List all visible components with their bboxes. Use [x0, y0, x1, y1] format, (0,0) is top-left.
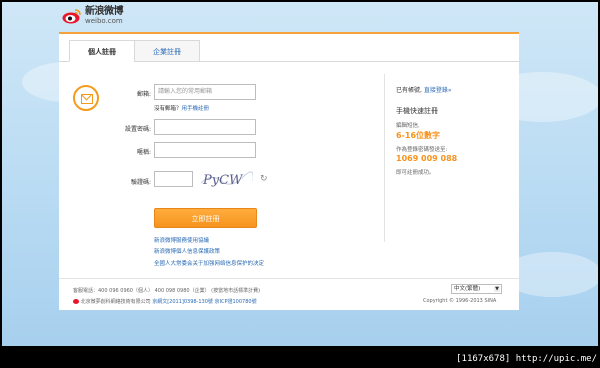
icp-license-link[interactable]: 京網文[2011]0398-130號: [152, 299, 213, 305]
email-field[interactable]: 請輸入您的常用郵箱: [154, 84, 256, 100]
language-select[interactable]: 中文(繁體) ▼: [451, 284, 502, 294]
email-label: 郵箱:: [136, 91, 151, 98]
captcha-image[interactable]: PyCW: [199, 169, 254, 189]
register-tabs: 個人註冊 企業註冊: [69, 40, 200, 62]
have-account: 已有帳號, 直接登錄»: [396, 85, 452, 94]
chevron-down-icon: ▼: [494, 286, 500, 292]
nickname-field[interactable]: [154, 142, 256, 158]
footer-company: 北京微夢創科網絡技術有限公司 京網文[2011]0398-130號 京ICP證1…: [73, 298, 257, 305]
logo-domain: weibo.com: [85, 17, 123, 25]
have-account-text: 已有帳號,: [396, 87, 422, 94]
footer-divider: [59, 278, 519, 279]
no-email-text: 沒有郵箱？: [154, 106, 182, 112]
company-name: 北京微夢創科網絡技術有限公司: [80, 299, 151, 305]
vertical-divider: [384, 74, 385, 242]
login-link[interactable]: 直接登錄»: [424, 87, 452, 94]
quick-register-title: 手機快速註冊: [396, 107, 438, 115]
service-agreement-link[interactable]: 新浪微博服務使用協議: [154, 236, 209, 244]
weibo-eye-icon: [62, 8, 82, 24]
edit-sms-text: 編輯短信,: [396, 123, 420, 129]
no-email-hint: 沒有郵箱？用手機註冊: [154, 104, 209, 112]
nickname-label: 暱稱:: [136, 149, 151, 156]
password-field[interactable]: [154, 119, 256, 135]
icp-number-link[interactable]: 京ICP證100780號: [215, 299, 257, 305]
captcha-text: PyCW: [202, 173, 244, 188]
sms-number: 1069 009 088: [396, 154, 458, 163]
logo-text: 新浪微博: [85, 6, 124, 17]
register-submit-button[interactable]: 立即註冊: [154, 208, 257, 228]
password-label: 設置密碼:: [124, 126, 151, 133]
captcha-field[interactable]: [154, 171, 193, 187]
info-protection-link[interactable]: 全國人大常委会关于加强网络信息保护的决定: [154, 259, 264, 267]
weibo-logo[interactable]: 新浪微博 weibo.com: [62, 6, 124, 25]
phone-register-link[interactable]: 用手機註冊: [182, 106, 210, 112]
page-background: 新浪微博 weibo.com 個人註冊 企業註冊 郵箱: 請輸入您的常用郵箱 沒…: [2, 2, 598, 346]
register-panel: 個人註冊 企業註冊 郵箱: 請輸入您的常用郵箱 沒有郵箱？用手機註冊 設置密碼:…: [59, 32, 519, 310]
captcha-label: 驗證碼:: [130, 179, 151, 186]
language-value: 中文(繁體): [454, 286, 481, 292]
tab-enterprise[interactable]: 企業註冊: [134, 40, 200, 62]
send-as-password-text: 作為登錄密碼發送至:: [396, 147, 448, 153]
watermark: [1167x678] http://upic.me/: [456, 354, 597, 364]
refresh-icon[interactable]: ↻: [260, 175, 268, 184]
tab-personal[interactable]: 個人註冊: [69, 40, 135, 62]
sina-icon: [73, 299, 79, 304]
copyright: Copyright © 1996-2013 SINA: [423, 298, 497, 304]
done-text: 即可註冊成功。: [396, 170, 435, 176]
privacy-policy-link[interactable]: 新浪微博個人信息保護政策: [154, 247, 220, 255]
digits-text: 6-16位數字: [396, 131, 441, 140]
footer-hotline: 客服電話：400 096 0960（個人） 400 098 0980（企業） (…: [73, 288, 261, 294]
